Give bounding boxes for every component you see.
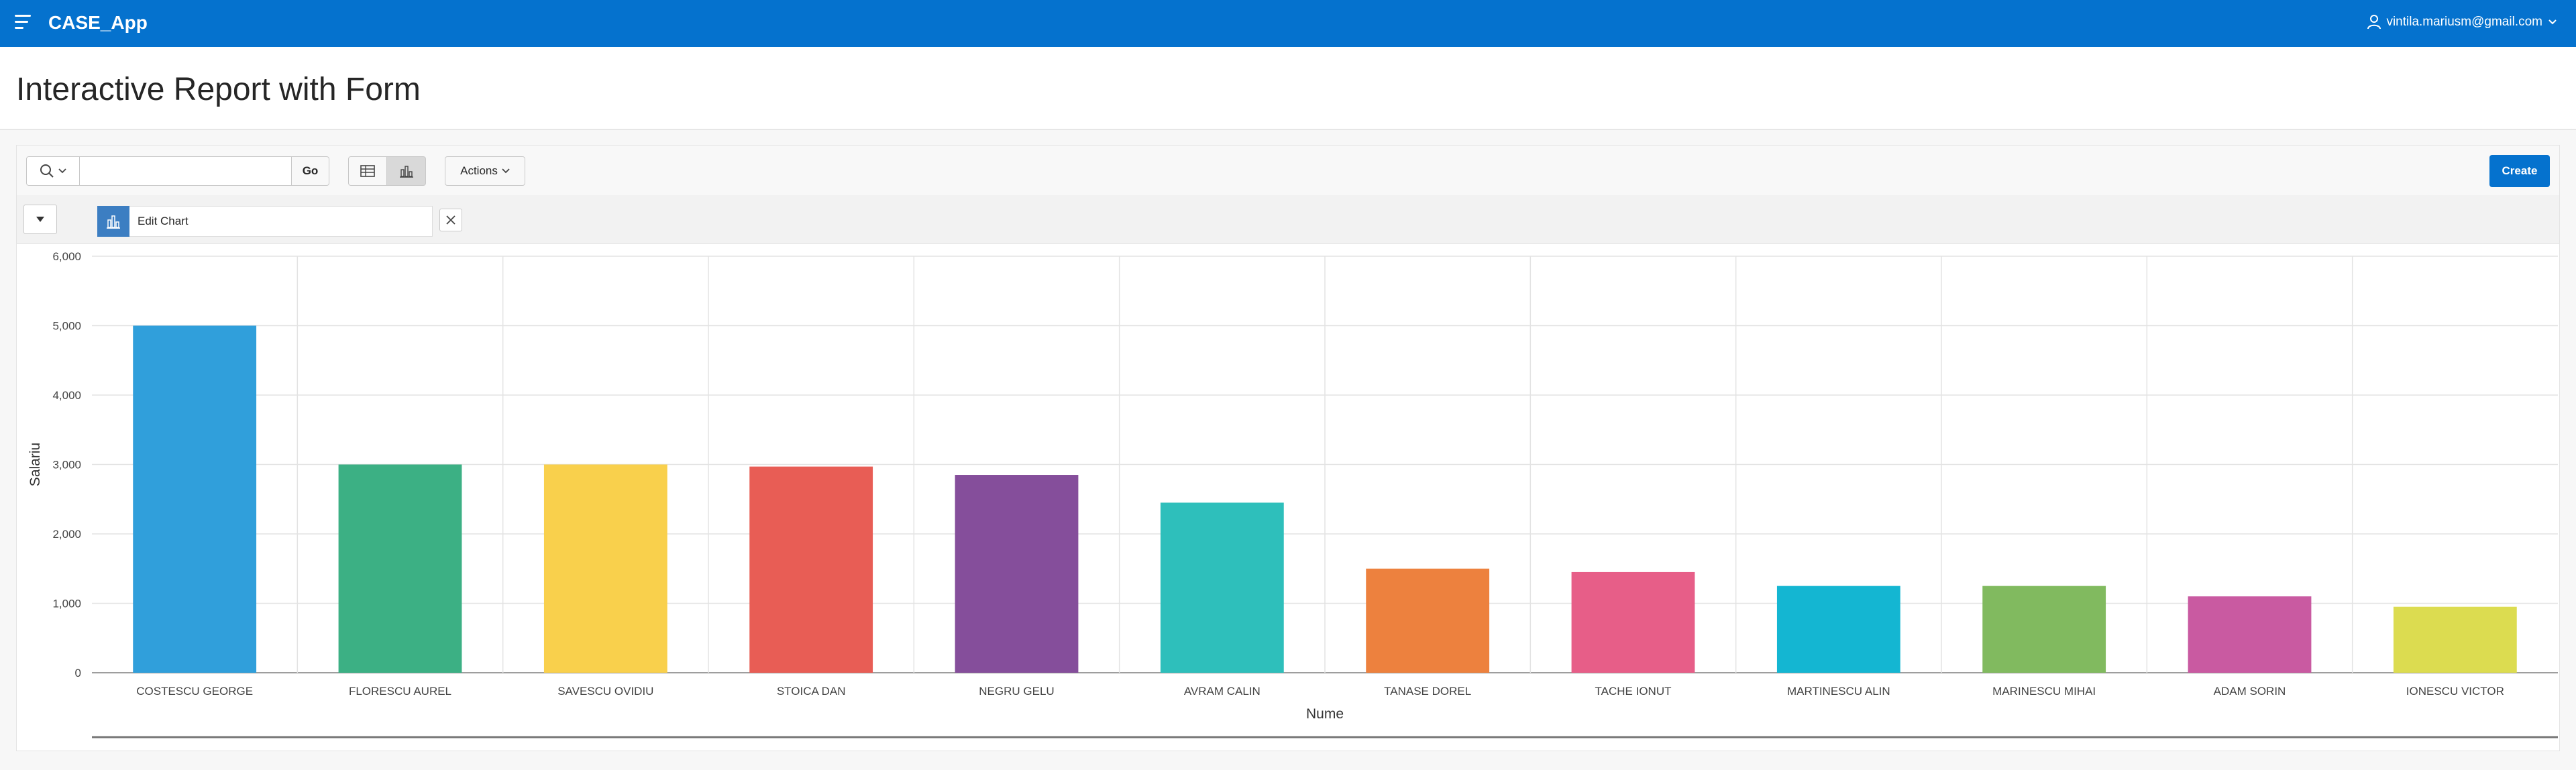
- x-tick-label: NEGRU GELU: [979, 685, 1054, 698]
- chevron-down-icon: [2548, 19, 2557, 25]
- bar: [543, 464, 667, 673]
- chart-view-button[interactable]: [387, 156, 426, 186]
- edit-chart-label[interactable]: Edit Chart: [129, 206, 433, 237]
- y-tick-label: 6,000: [52, 250, 81, 263]
- bar: [1571, 571, 1695, 673]
- chevron-down-icon: [502, 168, 510, 174]
- x-tick-label: TACHE IONUT: [1595, 685, 1672, 698]
- bar-chart-icon: [399, 166, 413, 178]
- bar-chart: 0 1,000 2,000 3,000 4,000 5,000 6,000 COSTESCU …: [17, 244, 2559, 750]
- bar: [1982, 586, 2106, 673]
- grid-view-button[interactable]: [348, 156, 387, 186]
- bar: [1366, 568, 1490, 673]
- page-title: Interactive Report with Form: [16, 72, 421, 107]
- x-tick-label: FLORESCU AUREL: [349, 685, 451, 698]
- search-column-button[interactable]: [26, 156, 80, 186]
- bar: [955, 475, 1079, 673]
- bar: [1160, 502, 1284, 673]
- user-icon: [2367, 15, 2381, 30]
- x-tick-label: COSTESCU GEORGE: [136, 685, 253, 698]
- collapse-settings-button[interactable]: [23, 205, 57, 234]
- y-tick-label: 5,000: [52, 320, 81, 333]
- x-tick-label: MARINESCU MIHAI: [1992, 685, 2096, 698]
- edit-chart-chip[interactable]: Edit Chart: [97, 206, 433, 237]
- bar: [338, 464, 462, 673]
- y-tick-label: 4,000: [52, 389, 81, 402]
- search-icon: [40, 164, 54, 178]
- x-tick-label: STOICA DAN: [777, 685, 846, 698]
- chart-canvas: 0 1,000 2,000 3,000 4,000 5,000 6,000 COSTESCU …: [28, 250, 2558, 738]
- hamburger-icon[interactable]: [15, 15, 35, 32]
- y-tick-label: 3,000: [52, 459, 81, 472]
- x-tick-label: TANASE DOREL: [1384, 685, 1471, 698]
- actions-menu-button[interactable]: Actions: [445, 156, 525, 186]
- report-toolbar: Go Actions Create: [17, 146, 2559, 196]
- bar: [1776, 586, 1900, 673]
- caret-down-icon: [36, 217, 44, 222]
- app-title[interactable]: CASE_App: [48, 12, 148, 34]
- x-tick-label: IONESCU VICTOR: [2406, 685, 2504, 698]
- bar: [2393, 606, 2517, 673]
- go-button[interactable]: Go: [292, 156, 329, 186]
- y-tick-label: 0: [75, 667, 81, 679]
- top-navigation-bar: CASE_App vintila.mariusm@gmail.com: [0, 0, 2576, 47]
- y-tick-label: 2,000: [52, 528, 81, 541]
- actions-label: Actions: [460, 164, 498, 177]
- search-input[interactable]: [80, 156, 292, 186]
- y-axis-title: Salariu: [28, 443, 43, 486]
- page-header: Interactive Report with Form: [0, 47, 2576, 130]
- chevron-down-icon: [58, 168, 66, 174]
- bar: [133, 325, 257, 673]
- create-button[interactable]: Create: [2489, 155, 2550, 187]
- x-tick-label: AVRAM CALIN: [1184, 685, 1260, 698]
- y-tick-label: 1,000: [52, 598, 81, 610]
- x-axis-title: Nume: [1306, 706, 1344, 722]
- close-icon[interactable]: [439, 209, 462, 231]
- user-menu[interactable]: vintila.mariusm@gmail.com: [2367, 15, 2557, 30]
- report-settings-bar: Edit Chart: [17, 195, 2559, 244]
- user-email: vintila.mariusm@gmail.com: [2386, 15, 2542, 29]
- x-tick-label: SAVESCU OVIDIU: [557, 685, 653, 698]
- grid-view-icon: [360, 165, 375, 177]
- search-group: Go: [26, 156, 329, 186]
- bar: [749, 466, 873, 673]
- view-switcher: [348, 156, 426, 186]
- interactive-report-region: Go Actions Create Edit Chart 0 1,000 2,0…: [16, 145, 2560, 751]
- x-tick-label: MARTINESCU ALIN: [1787, 685, 1890, 698]
- bar-chart-icon: [97, 206, 129, 237]
- x-tick-label: ADAM SORIN: [2214, 685, 2286, 698]
- bar: [2188, 596, 2312, 673]
